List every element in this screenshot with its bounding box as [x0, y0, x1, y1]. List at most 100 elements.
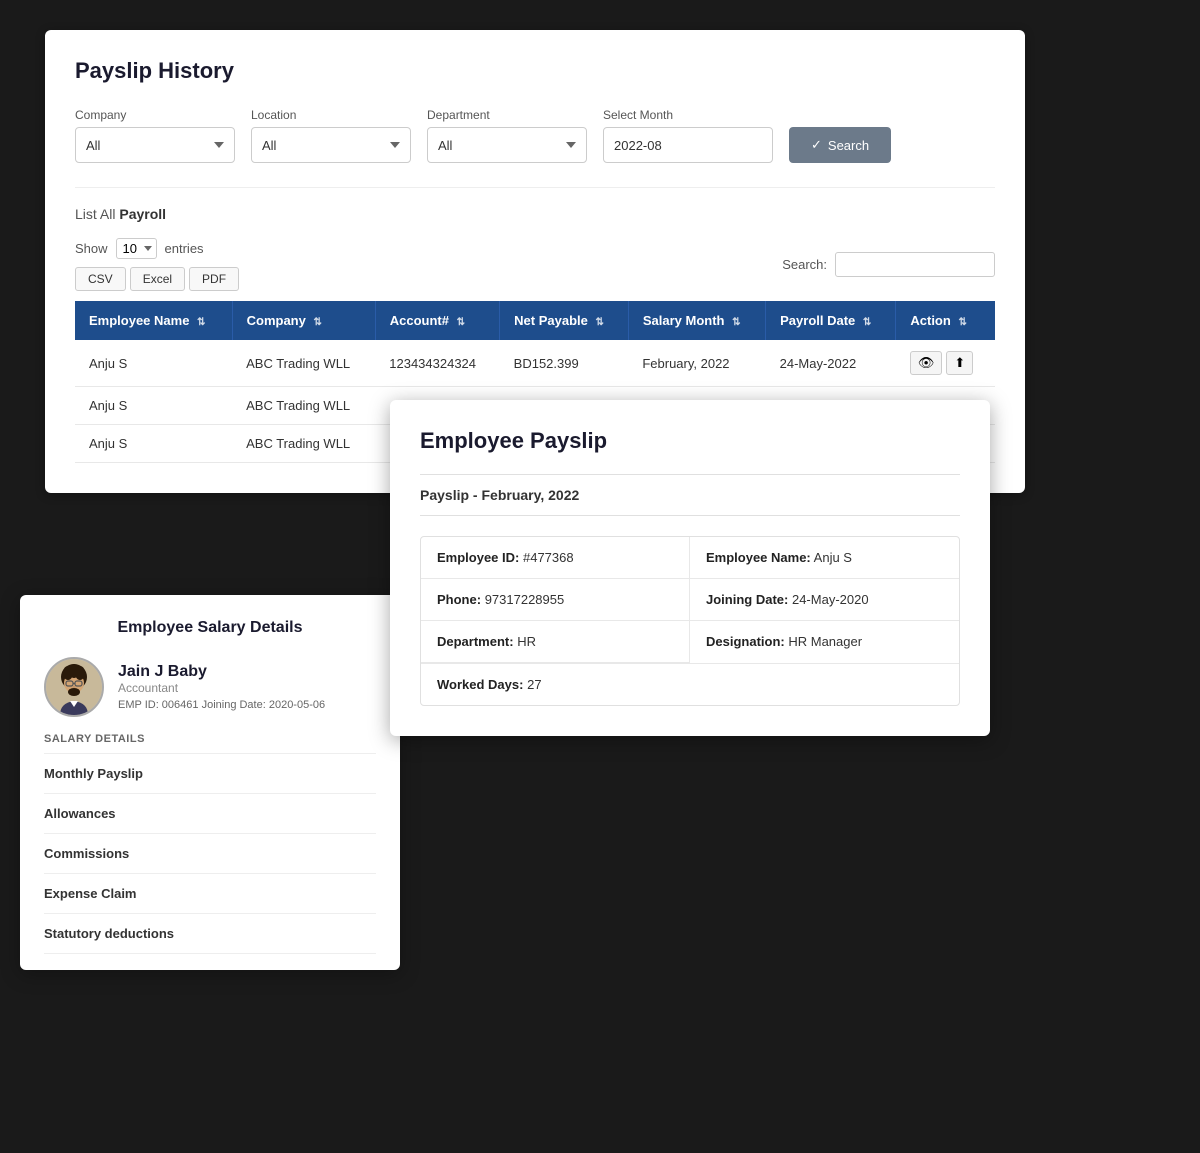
- table-search-input[interactable]: [835, 252, 995, 277]
- col-action[interactable]: Action ⇅: [896, 301, 995, 340]
- department-value: HR: [517, 634, 536, 649]
- search-button-label: Search: [828, 138, 869, 153]
- salary-details-panel: Employee Salary Details: [20, 595, 400, 970]
- phone-label: Phone:: [437, 592, 481, 607]
- company-filter-group: Company All: [75, 108, 235, 163]
- sort-icon-action: ⇅: [958, 317, 966, 328]
- sort-icon-payroll-date: ⇅: [863, 317, 871, 328]
- employee-id-value: #477368: [523, 550, 574, 565]
- designation-label: Designation:: [706, 634, 785, 649]
- entries-select[interactable]: 10 25 50: [116, 238, 157, 259]
- payslip-period: Payslip - February, 2022: [420, 474, 960, 516]
- company-label: Company: [75, 108, 235, 122]
- table-search-row: Search:: [782, 252, 995, 277]
- show-label: Show: [75, 241, 108, 256]
- designation-value: HR Manager: [788, 634, 862, 649]
- page-title: Payslip History: [75, 58, 995, 84]
- employee-info: Jain J Baby Accountant EMP ID: 006461 Jo…: [118, 663, 325, 711]
- emp-joining-text: Joining Date: 2020-05-06: [202, 699, 326, 711]
- entries-label: entries: [165, 241, 204, 256]
- sort-icon-net-payable: ⇅: [595, 317, 603, 328]
- salary-menu-item[interactable]: Statutory deductions: [44, 913, 376, 954]
- department-filter-group: Department All: [427, 108, 587, 163]
- employee-id-label: Employee ID:: [437, 550, 519, 565]
- excel-button[interactable]: Excel: [130, 267, 185, 291]
- employee-name-cell: Employee Name: Anju S: [690, 537, 959, 579]
- employee-id-cell: Employee ID: #477368: [421, 537, 690, 579]
- sort-icon-employee: ⇅: [197, 317, 205, 328]
- sort-icon-account: ⇅: [457, 317, 465, 328]
- col-net-payable[interactable]: Net Payable ⇅: [500, 301, 629, 340]
- cell-employee-name: Anju S: [75, 425, 232, 463]
- joining-date-label: Joining Date:: [706, 592, 788, 607]
- view-button[interactable]: 👁: [910, 351, 943, 375]
- cell-company: ABC Trading WLL: [232, 340, 375, 387]
- col-account[interactable]: Account# ⇅: [375, 301, 499, 340]
- cell-company: ABC Trading WLL: [232, 387, 375, 425]
- joining-date-value: 24-May-2020: [792, 592, 869, 607]
- select-month-label: Select Month: [603, 108, 773, 122]
- pdf-button[interactable]: PDF: [189, 267, 239, 291]
- location-select[interactable]: All: [251, 127, 411, 163]
- filter-row: Company All Location All Department All …: [75, 108, 995, 163]
- company-select[interactable]: All: [75, 127, 235, 163]
- phone-value: 97317228955: [485, 592, 565, 607]
- employee-meta: EMP ID: 006461 Joining Date: 2020-05-06: [118, 699, 325, 711]
- col-company[interactable]: Company ⇅: [232, 301, 375, 340]
- designation-cell: Designation: HR Manager: [690, 621, 959, 663]
- employee-profile: Jain J Baby Accountant EMP ID: 006461 Jo…: [44, 657, 376, 717]
- cell-net-payable: BD152.399: [500, 340, 629, 387]
- salary-menu: Monthly PayslipAllowancesCommissionsExpe…: [44, 753, 376, 954]
- worked-days-value: 27: [527, 677, 541, 692]
- upload-button[interactable]: ⬆: [946, 351, 973, 375]
- employee-name-label: Employee Name:: [706, 550, 811, 565]
- salary-menu-item[interactable]: Expense Claim: [44, 873, 376, 913]
- select-month-filter-group: Select Month 2022-08: [603, 108, 773, 163]
- payslip-popup: Employee Payslip Payslip - February, 202…: [390, 400, 990, 736]
- list-heading-text: List All: [75, 206, 115, 222]
- worked-days-cell: Worked Days: 27: [421, 663, 959, 705]
- employee-name: Jain J Baby: [118, 663, 325, 681]
- location-filter-group: Location All: [251, 108, 411, 163]
- department-select[interactable]: All: [427, 127, 587, 163]
- cell-company: ABC Trading WLL: [232, 425, 375, 463]
- department-cell: Department: HR: [421, 621, 690, 663]
- sort-icon-company: ⇅: [313, 317, 321, 328]
- phone-cell: Phone: 97317228955: [421, 579, 690, 621]
- department-label: Department: [427, 108, 587, 122]
- payslip-details-grid: Employee ID: #477368 Employee Name: Anju…: [420, 536, 960, 706]
- col-payroll-date[interactable]: Payroll Date ⇅: [766, 301, 896, 340]
- search-button[interactable]: ✓ Search: [789, 127, 891, 163]
- cell-salary-month: February, 2022: [628, 340, 765, 387]
- salary-menu-item[interactable]: Commissions: [44, 833, 376, 873]
- worked-days-label: Worked Days:: [437, 677, 523, 692]
- salary-section-label: SALARY DETAILS: [44, 733, 376, 745]
- export-buttons: CSV Excel PDF: [75, 267, 239, 291]
- list-heading: List All Payroll: [75, 187, 995, 222]
- list-heading-bold: Payroll: [119, 206, 166, 222]
- location-label: Location: [251, 108, 411, 122]
- joining-date-cell: Joining Date: 24-May-2020: [690, 579, 959, 621]
- show-entries-row: Show 10 25 50 entries: [75, 238, 239, 259]
- table-header-row: Employee Name ⇅ Company ⇅ Account# ⇅ Net…: [75, 301, 995, 340]
- avatar-image: [46, 659, 102, 715]
- salary-panel-title: Employee Salary Details: [44, 619, 376, 637]
- payslip-period-value: February, 2022: [481, 487, 579, 503]
- payslip-popup-title: Employee Payslip: [420, 428, 960, 454]
- table-controls: Show 10 25 50 entries CSV Excel PDF Sear…: [75, 238, 995, 291]
- cell-action: 👁⬆: [896, 340, 995, 387]
- salary-menu-item[interactable]: Allowances: [44, 793, 376, 833]
- salary-menu-item[interactable]: Monthly Payslip: [44, 753, 376, 793]
- select-month-input[interactable]: 2022-08: [603, 127, 773, 163]
- col-salary-month[interactable]: Salary Month ⇅: [628, 301, 765, 340]
- checkmark-icon: ✓: [811, 137, 822, 153]
- department-label: Department:: [437, 634, 514, 649]
- emp-id-text: EMP ID: 006461: [118, 699, 199, 711]
- employee-role: Accountant: [118, 681, 325, 695]
- payslip-label: Payslip -: [420, 487, 478, 503]
- cell-payroll-date: 24-May-2022: [766, 340, 896, 387]
- table-row: Anju S ABC Trading WLL 123434324324 BD15…: [75, 340, 995, 387]
- csv-button[interactable]: CSV: [75, 267, 126, 291]
- col-employee-name[interactable]: Employee Name ⇅: [75, 301, 232, 340]
- cell-employee-name: Anju S: [75, 340, 232, 387]
